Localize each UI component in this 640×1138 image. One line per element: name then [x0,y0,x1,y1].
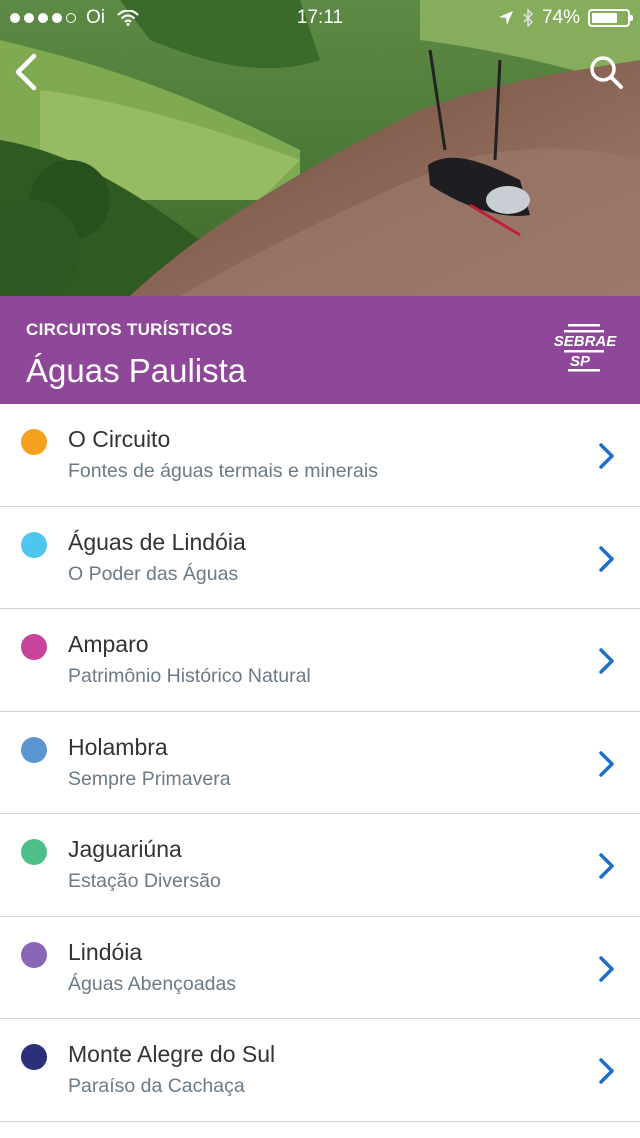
item-title: O Circuito [68,426,171,452]
list-item[interactable]: Jaguariúna Estação Diversão [0,814,640,917]
color-dot [21,634,47,660]
svg-text:SEBRAE: SEBRAE [554,333,618,350]
back-button[interactable] [8,50,48,94]
chevron-right-icon [599,955,614,982]
color-dot [21,736,47,763]
item-title: Jaguariúna [68,836,182,862]
search-button[interactable] [588,54,624,90]
color-dot [21,941,47,968]
battery-icon [588,9,633,27]
item-subtitle: Sempre Primavera [68,767,231,790]
battery-fill [592,13,618,23]
list-item[interactable]: Holambra Sempre Primavera [0,712,640,814]
list-item[interactable]: Amparo Patrimônio Histórico Natural [0,609,640,712]
color-dot [21,839,47,865]
item-subtitle: Águas Abençoadas [68,972,237,995]
list-item[interactable]: Monte Alegre do Sul Paraíso da Cachaça [0,1019,640,1122]
circuit-header: CIRCUITOS TURÍSTICOS Águas Paulista SEBR… [0,296,640,404]
location-arrow-icon [498,11,513,25]
chevron-right-icon [599,443,614,469]
item-subtitle: Paraíso da Cachaça [68,1075,245,1097]
item-title: Amparo [68,631,149,657]
color-dot [21,1044,47,1070]
chevron-right-icon [599,750,614,777]
status-bar: Oi 17:11 74% [0,0,640,36]
header-kicker: CIRCUITOS TURÍSTICOS [26,320,233,339]
color-dot [21,429,47,455]
sebrae-logo: SEBRAE SP [554,324,618,372]
svg-text:SP: SP [570,353,591,370]
item-subtitle: O Poder das Águas [68,562,239,585]
bluetooth-icon [523,9,534,27]
circuit-list: O Circuito Fontes de águas termais e min… [0,404,640,1122]
item-title: Lindóia [68,938,143,965]
chevron-right-icon [599,648,614,674]
list-item[interactable]: O Circuito Fontes de águas termais e min… [0,404,640,507]
item-title: Holambra [68,733,168,760]
chevron-right-icon [599,1058,614,1084]
chevron-right-icon [599,545,614,572]
search-icon [590,56,623,89]
item-subtitle: Patrimônio Histórico Natural [68,665,311,687]
battery-tip [630,15,633,21]
item-title: Águas de Lindóia [68,528,246,555]
item-subtitle: Fontes de águas termais e minerais [68,460,378,482]
chevron-right-icon [599,853,614,879]
list-item[interactable]: Águas de Lindóia O Poder das Águas [0,507,640,609]
item-title: Monte Alegre do Sul [68,1041,276,1067]
page-title: Águas Paulista [26,352,247,389]
battery-percent: 74% [541,7,580,28]
item-subtitle: Estação Diversão [68,870,221,892]
back-arrow-icon [15,53,37,91]
hero-photo [0,0,640,296]
status-right: 74% [498,7,633,29]
color-dot [21,531,47,558]
list-item[interactable]: Lindóia Águas Abençoadas [0,917,640,1019]
